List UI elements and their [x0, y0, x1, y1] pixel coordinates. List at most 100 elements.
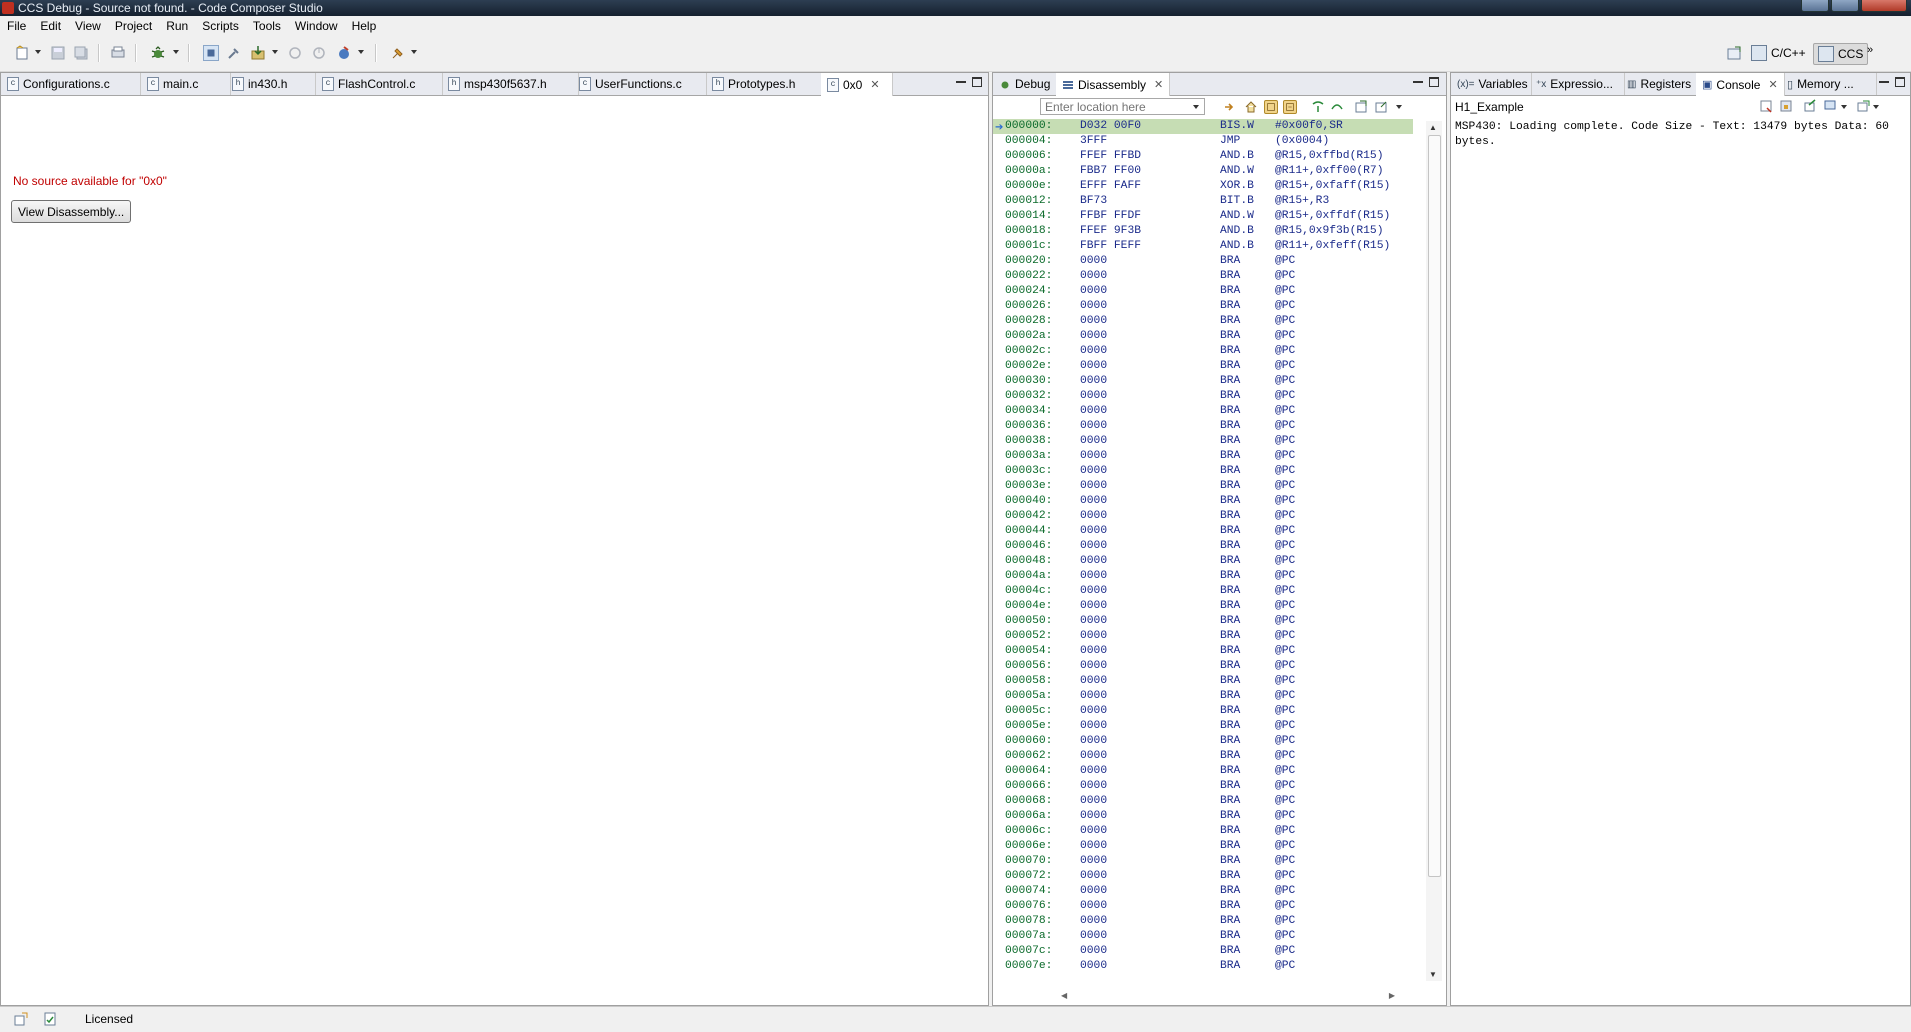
- tab-variables[interactable]: (x)= Variables: [1451, 73, 1532, 95]
- disassembly-line[interactable]: 000048: 0000 BRA @PC: [993, 554, 1413, 569]
- disassembly-line[interactable]: 000072: 0000 BRA @PC: [993, 869, 1413, 884]
- refresh-icon[interactable]: [1354, 100, 1368, 114]
- close-window-button[interactable]: [1861, 0, 1907, 12]
- tab-main-c[interactable]: c main.c: [141, 73, 231, 95]
- more-perspectives-icon[interactable]: »: [1867, 44, 1873, 56]
- disassembly-line-current[interactable]: 000000: D032 00F0 BIS.W #0x00f0,SR ➔: [993, 119, 1413, 134]
- open-perspective-icon[interactable]: [1726, 45, 1742, 61]
- disassembly-line[interactable]: 000056: 0000 BRA @PC: [993, 659, 1413, 674]
- close-icon[interactable]: ✕: [1154, 78, 1163, 91]
- debug-dropdown-arrow[interactable]: [173, 50, 179, 54]
- display-console-dropdown-arrow[interactable]: [1841, 105, 1847, 109]
- disassembly-vertical-scrollbar[interactable]: ▲ ▼: [1426, 121, 1442, 981]
- disassembly-line[interactable]: 000020: 0000 BRA @PC: [993, 254, 1413, 269]
- display-console-icon[interactable]: [1823, 99, 1837, 113]
- load-program-icon[interactable]: [250, 45, 266, 61]
- disassembly-line[interactable]: 000038: 0000 BRA @PC: [993, 434, 1413, 449]
- new-icon[interactable]: [14, 45, 30, 61]
- disassembly-line[interactable]: 00007a: 0000 BRA @PC: [993, 929, 1413, 944]
- disassembly-line[interactable]: 00005e: 0000 BRA @PC: [993, 719, 1413, 734]
- open-console-icon[interactable]: [1856, 99, 1870, 113]
- disassembly-line[interactable]: 000044: 0000 BRA @PC: [993, 524, 1413, 539]
- menu-help[interactable]: Help: [345, 19, 384, 33]
- disassembly-line[interactable]: 00007e: 0000 BRA @PC: [993, 959, 1413, 974]
- disassembly-line[interactable]: 000068: 0000 BRA @PC: [993, 794, 1413, 809]
- tab-disassembly[interactable]: Disassembly ✕: [1056, 73, 1170, 96]
- disassembly-line[interactable]: 000018: FFEF 9F3B AND.B @R15,0x9f3b(R15): [993, 224, 1413, 239]
- restart-icon[interactable]: [311, 45, 327, 61]
- tab-registers[interactable]: ▥ Registers: [1621, 73, 1703, 95]
- disassembly-line[interactable]: 000046: 0000 BRA @PC: [993, 539, 1413, 554]
- disassembly-line[interactable]: 000036: 0000 BRA @PC: [993, 419, 1413, 434]
- menu-edit[interactable]: Edit: [33, 19, 68, 33]
- save-icon[interactable]: [50, 45, 66, 61]
- disassembly-line[interactable]: 000058: 0000 BRA @PC: [993, 674, 1413, 689]
- disassembly-line[interactable]: 000070: 0000 BRA @PC: [993, 854, 1413, 869]
- pin-dropdown-arrow[interactable]: [411, 50, 417, 54]
- disassembly-line[interactable]: 000032: 0000 BRA @PC: [993, 389, 1413, 404]
- perspective-ccs[interactable]: CCS: [1813, 43, 1869, 65]
- view-menu-arrow[interactable]: [1396, 105, 1402, 109]
- disassembly-line[interactable]: 00000e: EFFF FAFF XOR.B @R15+,0xfaff(R15): [993, 179, 1413, 194]
- scroll-down-icon[interactable]: ▼: [1429, 970, 1437, 979]
- disassembly-line[interactable]: 000052: 0000 BRA @PC: [993, 629, 1413, 644]
- disassembly-line[interactable]: 000062: 0000 BRA @PC: [993, 749, 1413, 764]
- menu-file[interactable]: File: [0, 19, 33, 33]
- disassembly-line[interactable]: 00002c: 0000 BRA @PC: [993, 344, 1413, 359]
- minimize-window-button[interactable]: [1801, 0, 1829, 12]
- menu-window[interactable]: Window: [288, 19, 345, 33]
- tab-msp430f5637-h[interactable]: h msp430f5637.h: [442, 73, 579, 95]
- open-console-dropdown-arrow[interactable]: [1873, 105, 1879, 109]
- show-symbols-icon[interactable]: [1283, 100, 1297, 114]
- disassembly-line[interactable]: 000030: 0000 BRA @PC: [993, 374, 1413, 389]
- disassembly-line[interactable]: 00006a: 0000 BRA @PC: [993, 809, 1413, 824]
- close-icon[interactable]: ✕: [870, 78, 879, 91]
- disassembly-line[interactable]: 00004c: 0000 BRA @PC: [993, 584, 1413, 599]
- disassembly-line[interactable]: 000064: 0000 BRA @PC: [993, 764, 1413, 779]
- disassembly-line[interactable]: 00000a: FBB7 FF00 AND.W @R11+,0xff00(R7): [993, 164, 1413, 179]
- disassembly-line[interactable]: 00004e: 0000 BRA @PC: [993, 599, 1413, 614]
- disassembly-line[interactable]: 00003e: 0000 BRA @PC: [993, 479, 1413, 494]
- tab-configurations-c[interactable]: c Configurations.c: [1, 73, 141, 95]
- scroll-lock-icon[interactable]: [1779, 99, 1793, 113]
- tab-flashcontrol-c[interactable]: c FlashControl.c: [316, 73, 443, 95]
- pin-view-icon[interactable]: [1374, 100, 1388, 114]
- tab-0x0[interactable]: c 0x0 ✕: [821, 73, 893, 96]
- disassembly-line[interactable]: 000028: 0000 BRA @PC: [993, 314, 1413, 329]
- minimize-editor-button[interactable]: [956, 77, 966, 83]
- external-tools-icon[interactable]: [336, 45, 352, 61]
- disassembly-line[interactable]: 00006c: 0000 BRA @PC: [993, 824, 1413, 839]
- menu-run[interactable]: Run: [159, 19, 195, 33]
- disassembly-line[interactable]: 00004a: 0000 BRA @PC: [993, 569, 1413, 584]
- menu-project[interactable]: Project: [108, 19, 159, 33]
- save-all-icon[interactable]: [73, 45, 89, 61]
- clear-console-icon[interactable]: [1759, 99, 1773, 113]
- disassembly-line[interactable]: 000066: 0000 BRA @PC: [993, 779, 1413, 794]
- location-input[interactable]: [1040, 98, 1205, 115]
- tab-console[interactable]: ▣ Console ✕: [1696, 73, 1785, 96]
- tab-in430-h[interactable]: h in430.h: [226, 73, 316, 95]
- location-dropdown-arrow[interactable]: [1193, 105, 1199, 109]
- menu-tools[interactable]: Tools: [246, 19, 288, 33]
- step-over-icon[interactable]: [1330, 100, 1344, 114]
- disassembly-horizontal-scrollbar[interactable]: ◀ ▶: [1061, 991, 1411, 1003]
- tab-expressions[interactable]: ⁺x Expressio...: [1530, 73, 1625, 95]
- minimize-console-button[interactable]: [1879, 77, 1889, 83]
- tab-debug[interactable]: Debug: [993, 73, 1061, 95]
- external-tools-dropdown-arrow[interactable]: [358, 50, 364, 54]
- home-icon[interactable]: [1244, 100, 1258, 114]
- perspective-cpp[interactable]: C/C++: [1747, 43, 1810, 63]
- disassembly-line[interactable]: 00003c: 0000 BRA @PC: [993, 464, 1413, 479]
- disassembly-line[interactable]: 000004: 3FFF JMP (0x0004): [993, 134, 1413, 149]
- disassembly-line[interactable]: 000014: FFBF FFDF AND.W @R15+,0xffdf(R15): [993, 209, 1413, 224]
- disassembly-line[interactable]: 000074: 0000 BRA @PC: [993, 884, 1413, 899]
- tab-memory[interactable]: ▯ Memory ...: [1781, 73, 1877, 95]
- disassembly-line[interactable]: 000076: 0000 BRA @PC: [993, 899, 1413, 914]
- disassembly-line[interactable]: 000024: 0000 BRA @PC: [993, 284, 1413, 299]
- maximize-window-button[interactable]: [1831, 0, 1859, 12]
- new-dropdown-arrow[interactable]: [35, 50, 41, 54]
- disassembly-line[interactable]: 000054: 0000 BRA @PC: [993, 644, 1413, 659]
- disassembly-line[interactable]: 000060: 0000 BRA @PC: [993, 734, 1413, 749]
- disassembly-line[interactable]: 00002a: 0000 BRA @PC: [993, 329, 1413, 344]
- pin-icon[interactable]: [390, 45, 406, 61]
